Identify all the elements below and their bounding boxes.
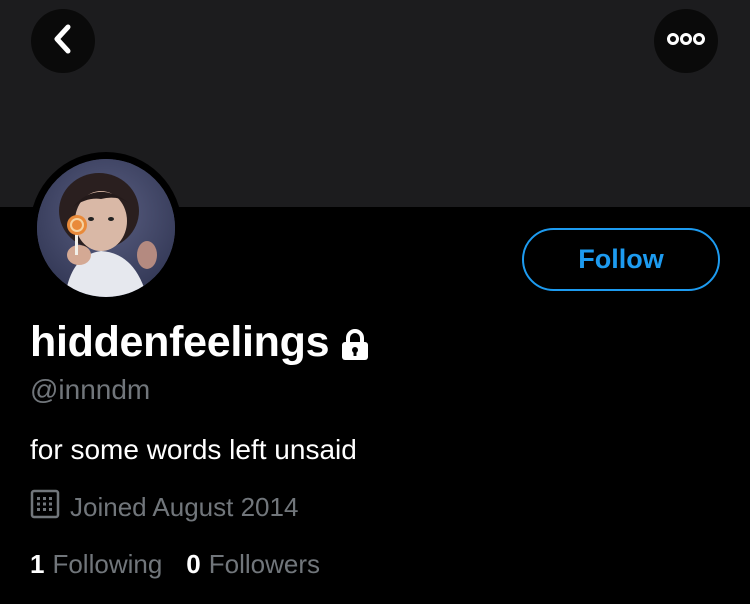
profile-bio: for some words left unsaid — [30, 434, 357, 465]
avatar[interactable] — [37, 159, 175, 297]
display-name: hiddenfeelings — [30, 318, 371, 367]
followers-link[interactable]: 0 Followers — [186, 549, 320, 580]
avatar-border — [30, 152, 182, 304]
following-label: Following — [52, 549, 163, 579]
username-handle: @innndm — [30, 374, 151, 405]
more-horizontal-icon — [667, 32, 705, 51]
joined-date: Joined August 2014 — [30, 489, 298, 526]
more-options-button[interactable] — [654, 9, 718, 73]
lock-icon — [339, 328, 371, 362]
display-name-text: hiddenfeelings — [30, 318, 330, 366]
following-link[interactable]: 1 Following — [30, 549, 162, 580]
followers-count: 0 — [186, 549, 201, 579]
chevron-left-icon — [52, 23, 74, 60]
joined-date-text: Joined August 2014 — [70, 492, 299, 522]
follow-button[interactable]: Follow — [522, 228, 720, 291]
follow-stats: 1 Following 0 Followers — [30, 549, 320, 580]
following-count: 1 — [30, 549, 45, 579]
followers-label: Followers — [208, 549, 321, 579]
calendar-icon — [30, 489, 60, 526]
back-button[interactable] — [31, 9, 95, 73]
